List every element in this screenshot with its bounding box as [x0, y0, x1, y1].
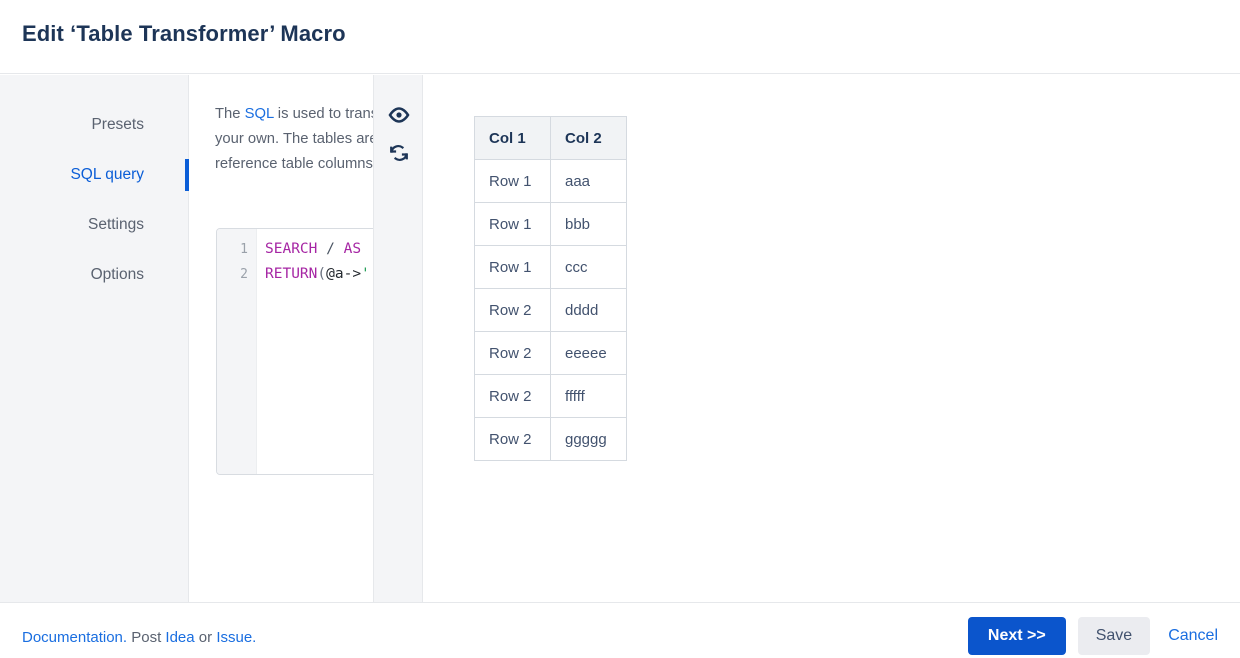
code-content[interactable]: SEARCH / AS RETURN(@a->' [265, 237, 370, 287]
result-table-head: Col 1 Col 2 [474, 116, 627, 160]
cell-col1: Row 1 [474, 202, 551, 246]
dialog-header: Edit ‘Table Transformer’ Macro [0, 0, 1240, 74]
code-line: SEARCH / AS [265, 237, 370, 262]
idea-link[interactable]: Idea [165, 629, 194, 646]
line-number: 2 [240, 267, 248, 282]
cell-col1: Row 2 [474, 417, 551, 461]
cell-col1: Row 1 [474, 159, 551, 203]
issue-link[interactable]: Issue. [216, 629, 256, 646]
sidebar-item-options[interactable]: Options [0, 250, 188, 300]
post-label: Post [127, 629, 166, 646]
cell-col1: Row 2 [474, 288, 551, 332]
code-token-keyword: AS [343, 241, 362, 257]
sql-editor-pane: The SQL is used to transform the table d… [190, 75, 373, 602]
table-header-row: Col 1 Col 2 [474, 116, 627, 160]
dialog-body: Presets SQL query Settings Options The S… [0, 75, 1240, 602]
footer-actions: Next >> Save Cancel [967, 617, 1224, 655]
table-row: Row 2 dddd [474, 288, 627, 332]
cell-col2: ccc [550, 245, 627, 289]
cell-col2: dddd [550, 288, 627, 332]
table-row: Row 2 fffff [474, 374, 627, 418]
desc-line4: reference table columns. [215, 156, 373, 172]
cell-col1: Row 2 [474, 374, 551, 418]
page-title: Edit ‘Table Transformer’ Macro [22, 21, 346, 46]
code-token-plain: @a-> [326, 266, 362, 282]
sql-doc-link[interactable]: SQL [245, 106, 274, 122]
dialog-footer: Documentation. Post Idea or Issue. Next … [0, 602, 1240, 658]
documentation-link[interactable]: Documentation. [22, 629, 127, 646]
sidebar-nav: Presets SQL query Settings Options [0, 75, 189, 602]
code-gutter: 1 2 [217, 229, 257, 474]
table-row: Row 2 ggggg [474, 417, 627, 461]
code-token-keyword: SEARCH [265, 241, 318, 257]
code-token-keyword: RETURN [265, 266, 318, 282]
table-row: Row 1 bbb [474, 202, 627, 246]
result-table: Col 1 Col 2 Row 1 aaa Row 1 bbb Row 1 cc… [474, 116, 627, 461]
sidebar-item-settings[interactable]: Settings [0, 200, 188, 250]
cell-col2: ggggg [550, 417, 627, 461]
cell-col2: fffff [550, 374, 627, 418]
code-token-string: ' [361, 266, 370, 282]
refresh-icon[interactable] [387, 141, 411, 165]
preview-eye-icon[interactable] [387, 103, 411, 127]
or-label: or [194, 629, 217, 646]
sidebar-item-presets[interactable]: Presets [0, 100, 188, 150]
cancel-button[interactable]: Cancel [1162, 617, 1224, 655]
code-token-punctuation: ( [317, 266, 327, 282]
cell-col2: aaa [550, 159, 627, 203]
save-button[interactable]: Save [1077, 617, 1151, 655]
desc-line1-rest: is used to transform the table data, [277, 106, 373, 122]
editor-toolbar-strip [373, 75, 423, 602]
sql-code-editor[interactable]: 1 2 SEARCH / AS RETURN(@a->' [216, 228, 373, 475]
line-number: 1 [240, 242, 248, 257]
sidebar-item-sql-query[interactable]: SQL query [0, 150, 189, 200]
cell-col1: Row 2 [474, 331, 551, 375]
table-row: Row 1 ccc [474, 245, 627, 289]
column-header-col1: Col 1 [474, 116, 551, 160]
result-table-body: Row 1 aaa Row 1 bbb Row 1 ccc Row 2 dddd [474, 159, 627, 461]
code-token-operator: / [317, 241, 344, 257]
next-button[interactable]: Next >> [967, 617, 1066, 655]
footer-links: Documentation. Post Idea or Issue. [22, 629, 256, 646]
table-row: Row 1 aaa [474, 159, 627, 203]
code-line: RETURN(@a->' [265, 262, 370, 287]
result-preview-pane: Col 1 Col 2 Row 1 aaa Row 1 bbb Row 1 cc… [424, 75, 1240, 602]
table-row: Row 2 eeeee [474, 331, 627, 375]
cell-col2: eeeee [550, 331, 627, 375]
desc-prefix: The [215, 106, 245, 122]
cell-col2: bbb [550, 202, 627, 246]
cell-col1: Row 1 [474, 245, 551, 289]
macro-editor-dialog: Edit ‘Table Transformer’ Macro Presets S… [0, 0, 1240, 658]
column-header-col2: Col 2 [550, 116, 627, 160]
sql-description: The SQL is used to transform the table d… [215, 102, 373, 177]
